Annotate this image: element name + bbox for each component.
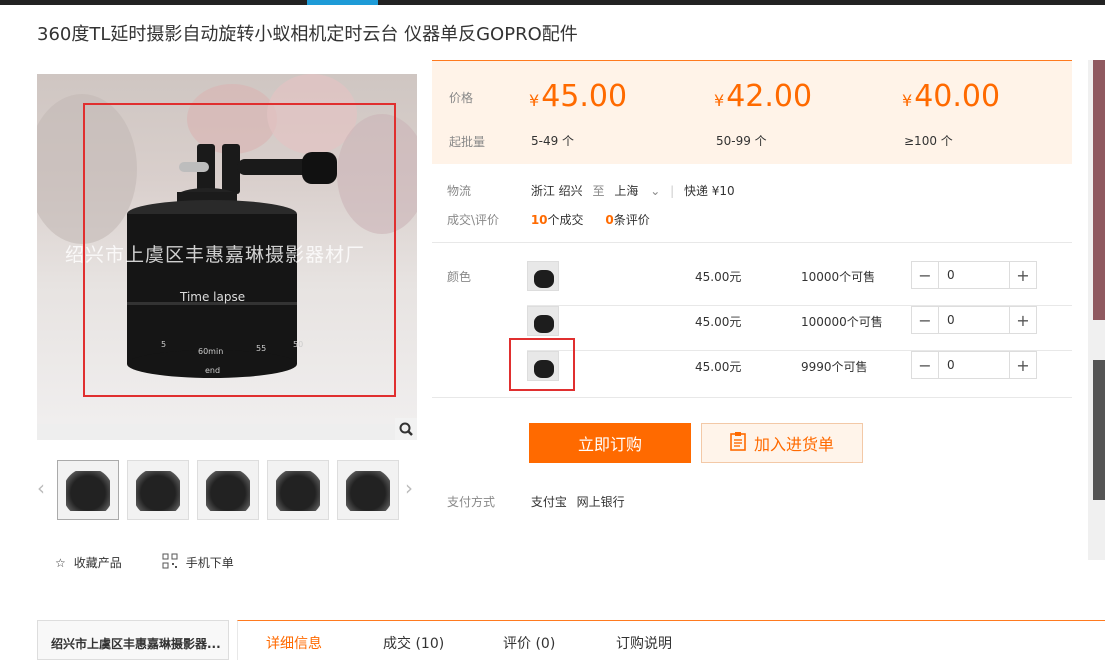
payment-row: 支付方式 支付宝 网上银行 (447, 493, 625, 510)
minus-button[interactable]: − (912, 352, 938, 378)
price-tier: ¥42.00 50-99 个 (714, 79, 813, 148)
buy-now-button[interactable]: 立即订购 (529, 423, 691, 463)
side-image (1093, 60, 1105, 320)
page-title: 360度TL延时摄影自动旋转小蚁相机定时云台 仪器单反GOPRO配件 (37, 24, 578, 45)
product-actions: ☆ 收藏产品 手机下单 (55, 553, 234, 572)
origin-city: 绍兴 (558, 184, 583, 198)
favorite-button[interactable]: ☆ 收藏产品 (55, 553, 122, 572)
trade-label: 成交\评价 (447, 213, 500, 227)
minus-button[interactable]: − (912, 262, 938, 288)
color-label: 颜色 (447, 270, 472, 284)
sku-thumbnail[interactable] (527, 261, 559, 291)
payment-alipay: 支付宝 (530, 495, 567, 509)
tier-moq: 50-99 个 (716, 134, 767, 148)
sku-price: 45.00元 (695, 270, 742, 284)
mobile-order-label: 手机下单 (185, 556, 234, 570)
quantity-stepper: − 0 + (911, 261, 1037, 289)
minus-button[interactable]: − (912, 307, 938, 333)
zoom-icon[interactable] (395, 418, 417, 440)
quantity-input[interactable]: 0 (938, 352, 1010, 378)
tier-moq: ≥100 个 (904, 134, 953, 148)
sku-thumbnail[interactable] (527, 306, 559, 336)
divider (432, 242, 1072, 243)
sku-stock: 9990个可售 (801, 360, 868, 374)
sku-stock: 10000个可售 (801, 270, 876, 284)
divider (432, 397, 1072, 398)
sku-row: 45.00元 9990个可售 − 0 + (527, 351, 1072, 396)
top-bar-accent (307, 0, 378, 5)
tab-transactions[interactable]: 成交 (10) (383, 633, 444, 653)
chevron-down-icon: ⌄ (650, 184, 661, 198)
image-highlight-box (83, 103, 396, 397)
thumbnail[interactable] (127, 460, 189, 520)
price-tier: ¥45.00 5-49 个 (529, 79, 628, 148)
chevron-left-icon[interactable]: ‹ (37, 476, 45, 500)
sku-price: 45.00元 (695, 315, 742, 329)
sku-row: 45.00元 100000个可售 − 0 + (527, 306, 1072, 351)
destination-select[interactable]: 上海 ⌄ (614, 184, 660, 198)
deals-link[interactable]: 10个成交 (531, 213, 584, 227)
plus-button[interactable]: + (1010, 307, 1036, 333)
sku-price: 45.00元 (695, 360, 742, 374)
detail-tabs: 详细信息 成交 (10) 评价 (0) 订购说明 (237, 620, 1105, 660)
price-tier: ¥40.00 ≥100 个 (902, 79, 1001, 148)
reviews-count: 0 (605, 213, 614, 227)
thumbnail[interactable] (337, 460, 399, 520)
shop-name-tab[interactable]: 绍兴市上虞区丰惠嘉琳摄影器... (37, 620, 229, 660)
deals-count: 10 (530, 213, 548, 227)
price-panel: 价格 起批量 ¥45.00 5-49 个 ¥42.00 50-99 个 ¥40.… (432, 60, 1072, 164)
thumbnail[interactable] (267, 460, 329, 520)
quantity-stepper: − 0 + (911, 306, 1037, 334)
quantity-stepper: − 0 + (911, 351, 1037, 379)
star-icon: ☆ (55, 555, 66, 570)
add-to-list-label: 加入进货单 (753, 435, 834, 454)
tier-moq: 5-49 个 (531, 134, 575, 148)
payment-bank: 网上银行 (576, 495, 625, 509)
tab-reviews[interactable]: 评价 (0) (503, 633, 555, 653)
tab-details[interactable]: 详细信息 (266, 633, 322, 653)
to-word: 至 (592, 184, 605, 198)
separator: | (670, 184, 675, 198)
thumbnail[interactable] (57, 460, 119, 520)
add-to-purchase-list-button[interactable]: 加入进货单 (701, 423, 863, 463)
reviews-suffix: 条评价 (613, 213, 650, 227)
tab-order-notes[interactable]: 订购说明 (616, 633, 672, 653)
plus-button[interactable]: + (1010, 262, 1036, 288)
logistics-label: 物流 (447, 184, 472, 198)
mobile-order-button[interactable]: 手机下单 (162, 553, 234, 572)
clipboard-icon (730, 431, 746, 455)
top-bar (0, 0, 1105, 5)
thumbnail-strip: ‹ › (37, 460, 417, 520)
shipping-fee: 快递 ¥10 (683, 184, 735, 198)
quantity-input[interactable]: 0 (938, 262, 1010, 288)
reviews-link[interactable]: 0条评价 (605, 213, 649, 227)
sku-stock: 100000个可售 (801, 315, 883, 329)
right-side-panel (1088, 60, 1105, 560)
price-label: 价格 (449, 91, 474, 105)
sku-highlight-box (509, 338, 575, 391)
payment-label: 支付方式 (447, 495, 496, 509)
qr-code-icon (162, 553, 178, 572)
sku-row: 45.00元 10000个可售 − 0 + (527, 261, 1072, 306)
chevron-right-icon[interactable]: › (405, 476, 413, 500)
destination-city: 上海 (614, 184, 639, 198)
tier-price: 45.00 (541, 79, 628, 114)
currency-symbol: ¥ (714, 91, 725, 110)
logistics-row: 物流 浙江 绍兴 至 上海 ⌄ | 快递 ¥10 (447, 182, 735, 199)
currency-symbol: ¥ (902, 91, 913, 110)
trade-row: 成交\评价 10个成交 0条评价 (447, 211, 650, 228)
currency-symbol: ¥ (529, 91, 540, 110)
plus-button[interactable]: + (1010, 352, 1036, 378)
origin-province: 浙江 (530, 184, 555, 198)
deals-suffix: 个成交 (547, 213, 584, 227)
moq-label: 起批量 (449, 135, 486, 149)
tier-price: 42.00 (726, 79, 813, 114)
favorite-label: 收藏产品 (73, 556, 122, 570)
side-image (1093, 360, 1105, 500)
thumbnail[interactable] (197, 460, 259, 520)
quantity-input[interactable]: 0 (938, 307, 1010, 333)
tier-price: 40.00 (914, 79, 1001, 114)
